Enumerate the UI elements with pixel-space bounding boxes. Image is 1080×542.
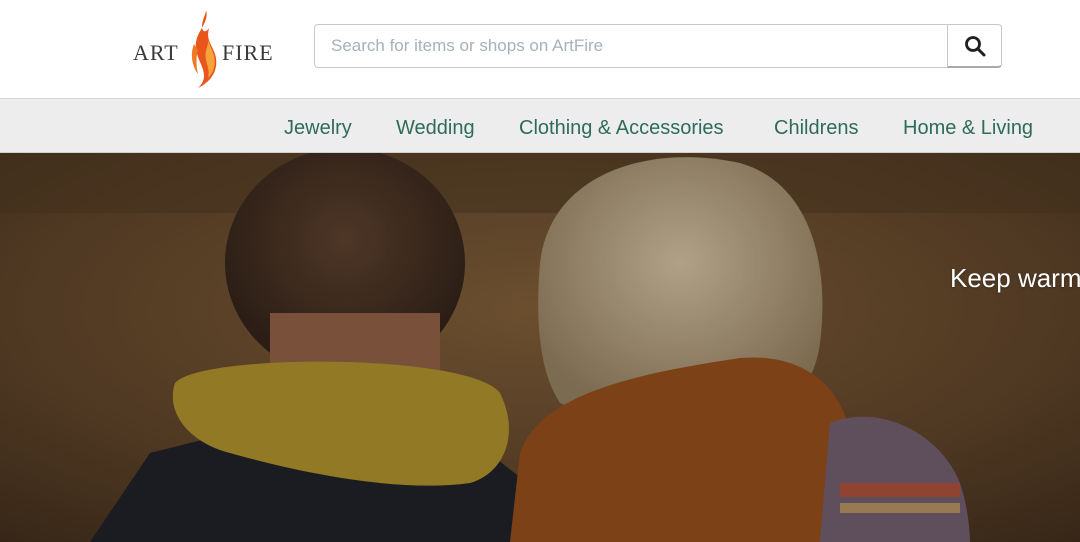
nav-item-clothing-accessories[interactable]: Clothing & Accessories <box>519 117 724 140</box>
nav-item-wedding[interactable]: Wedding <box>396 117 475 140</box>
hero-caption: Keep warm <box>950 263 1080 293</box>
search-button[interactable] <box>947 24 1002 68</box>
search-icon <box>964 35 985 56</box>
nav-item-home-living[interactable]: Home & Living <box>903 117 1033 140</box>
category-nav: Jewelry Wedding Clothing & Accessories C… <box>0 98 1080 153</box>
nav-item-childrens[interactable]: Childrens <box>774 117 858 140</box>
logo-text-fire: FIRE <box>222 40 274 65</box>
hero-image <box>0 153 1080 542</box>
flame-icon <box>191 10 217 88</box>
search-input[interactable] <box>314 24 948 68</box>
artfire-logo[interactable]: ART FIRE <box>130 10 280 88</box>
nav-item-jewelry[interactable]: Jewelry <box>284 117 352 140</box>
site-header: ART FIRE <box>0 0 1080 98</box>
search-bar <box>314 24 1002 68</box>
hero-banner[interactable]: Keep warm <box>0 153 1080 542</box>
logo-text-art: ART <box>133 40 179 65</box>
